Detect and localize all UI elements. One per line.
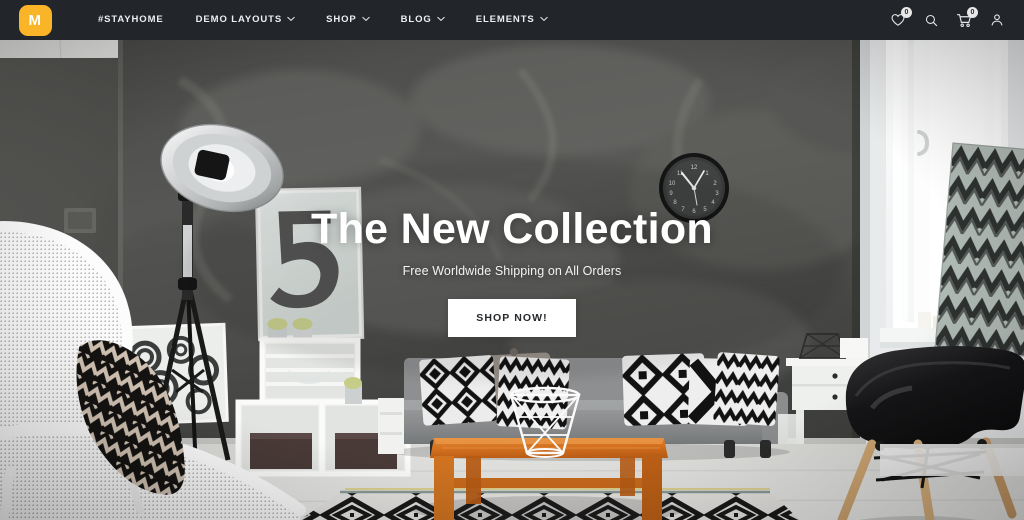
search-button[interactable] [918,7,944,33]
nav-item-stayhome[interactable]: #STAYHOME [82,0,180,40]
nav-item-elements[interactable]: ELEMENTS [460,0,563,40]
nav-item-shop[interactable]: SHOP [310,0,385,40]
search-icon [925,14,937,26]
nav-item-stayhome-label: #STAYHOME [98,14,164,25]
nav-actions: 0 0 [885,7,1010,33]
page-root: M #STAYHOME DEMO LAYOUTS SHOP BLOG ELEME… [0,0,1024,520]
chevron-down-icon [361,16,370,23]
brand-logo-link[interactable]: M [18,4,52,36]
brand-logo: M [18,4,52,36]
chevron-down-icon [287,16,295,23]
user-icon [991,14,1003,26]
shop-now-button[interactable]: SHOP NOW! [448,299,576,337]
chevron-down-icon [436,16,445,23]
top-navigation-bar: M #STAYHOME DEMO LAYOUTS SHOP BLOG ELEME… [0,0,1024,40]
nav-item-demo-layouts[interactable]: DEMO LAYOUTS [180,0,310,40]
hero-banner: 1212 345 678 91011 [0,40,1024,520]
chevron-down-icon [539,16,548,23]
nav-item-elements-label: ELEMENTS [475,14,535,25]
nav-item-blog[interactable]: BLOG [385,0,460,40]
cart-badge: 0 [967,7,978,18]
nav-item-blog-label: BLOG [400,14,432,25]
wishlist-button[interactable]: 0 [885,7,912,33]
primary-nav: #STAYHOME DEMO LAYOUTS SHOP BLOG ELEMENT… [82,0,563,40]
account-button[interactable] [984,7,1010,33]
hero-background-image: 1212 345 678 91011 [0,40,1024,520]
cart-button[interactable]: 0 [951,7,978,33]
nav-item-demo-layouts-label: DEMO LAYOUTS [195,14,283,25]
nav-item-shop-label: SHOP [326,14,357,25]
wishlist-badge: 0 [901,7,912,18]
